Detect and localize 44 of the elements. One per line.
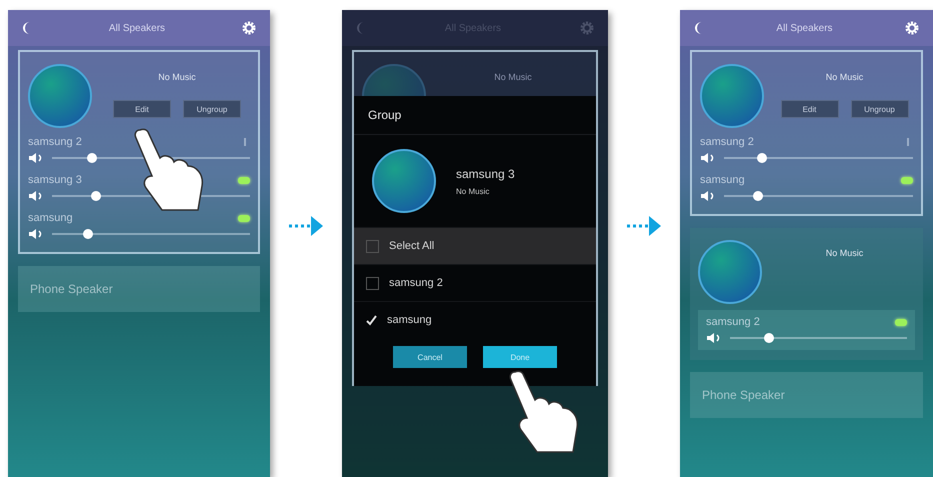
screen-title: All Speakers	[776, 22, 833, 34]
slider-thumb[interactable]	[82, 229, 93, 239]
option-label: samsung	[387, 314, 432, 326]
speaker-option[interactable]: Select All	[354, 227, 596, 264]
dotted-arrow	[287, 214, 325, 238]
speaker-option[interactable]: samsung	[354, 301, 596, 338]
speaker-name: samsung	[700, 174, 745, 186]
speaker-icon	[700, 190, 716, 202]
option-label: Select All	[389, 240, 434, 252]
screen-title: All Speakers	[108, 22, 166, 34]
speaker-icon	[700, 152, 716, 164]
option-label: samsung 2	[389, 277, 443, 289]
group-action-button[interactable]: Edit	[113, 100, 171, 118]
group-action-button[interactable]: Ungroup	[183, 100, 241, 118]
slider-thumb[interactable]	[90, 191, 101, 201]
speaker-icon	[28, 152, 44, 164]
pointing-hand-icon	[507, 368, 579, 454]
speaker-name: samsung 2	[706, 316, 760, 328]
speaker-name: samsung 2	[700, 136, 754, 148]
slider-thumb[interactable]	[86, 153, 97, 163]
speaker-name: samsung	[28, 212, 73, 224]
speaker-icon	[28, 190, 44, 202]
slider-thumb[interactable]	[753, 191, 764, 201]
speaker-option[interactable]: samsung 2	[354, 264, 596, 301]
group-action-button[interactable]: Ungroup	[850, 100, 908, 118]
dialog-title: Group	[354, 96, 596, 135]
checkbox[interactable]	[366, 276, 379, 290]
playback-status: No Music	[158, 72, 196, 82]
playback-status: No Music	[456, 186, 490, 196]
slider-thumb[interactable]	[764, 333, 774, 343]
pointing-hand-icon	[132, 126, 204, 212]
speaker-icon	[28, 228, 44, 240]
dialog-button[interactable]: Cancel	[393, 346, 467, 368]
playback-status: No Music	[826, 72, 864, 82]
speaker-name: samsung 2	[28, 136, 82, 148]
dotted-arrow	[625, 214, 663, 238]
speaker-icon	[706, 332, 722, 344]
checkbox[interactable]	[366, 240, 379, 252]
slider-thumb[interactable]	[756, 153, 767, 163]
playback-status: No Music	[826, 248, 864, 258]
playback-status: No Music	[494, 72, 532, 82]
speaker-name: samsung 3	[456, 166, 515, 180]
speaker-name: samsung 3	[28, 174, 82, 186]
group-action-button[interactable]: Edit	[780, 100, 838, 118]
